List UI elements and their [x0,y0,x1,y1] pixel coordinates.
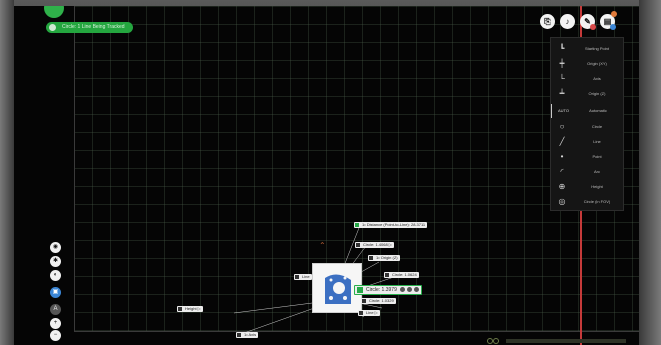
direction-arrow-icon: ⌃ [319,241,326,250]
lock-icon[interactable] [399,287,405,292]
settings-icon[interactable] [413,287,419,292]
label-text: Line ▷ [366,310,378,315]
distance-label[interactable]: 1• Distance (Point-to-Line): 28.3711 [354,222,428,228]
label-text: Circle: 1.0329 [369,298,394,303]
origin-z-label[interactable]: 1• Origin (Z) [368,255,400,261]
label-text: Circle: 1.3979 [366,287,397,293]
line-label[interactable]: Line [294,274,312,280]
line-label[interactable]: Line ▷ [358,310,380,316]
label-text: 1• Axis [244,332,257,337]
brand-watermark [487,338,626,344]
label-text: Circle: 1.0624 [392,272,417,277]
label-text: 1• Distance (Point-to-Line): 28.3711 [362,222,426,227]
device-bezel-right [639,0,661,345]
selected-circle-label[interactable]: Circle: 1.3979 [354,285,422,295]
label-text: Height ▷ [185,306,201,311]
refresh-icon[interactable] [406,287,412,292]
label-text: Line [302,274,310,279]
height-label[interactable]: Height ▷ [177,306,203,312]
label-text: Circle: 1.4068 ▷ [363,242,392,247]
circle-label[interactable]: Circle: 1.4068 ▷ [355,242,394,248]
axis-label[interactable]: 1• Axis [236,332,259,338]
label-text: 1• Origin (Z) [376,255,398,260]
measurement-screen: Circle: 1 Line Being Tracked ⎘ ♪ ✎ ▤ ┗ St… [14,6,639,345]
circle-label[interactable]: Circle: 1.0329 [361,298,396,304]
circle-label[interactable]: Circle: 1.0624 [384,272,419,278]
device-bezel-left [0,0,14,345]
